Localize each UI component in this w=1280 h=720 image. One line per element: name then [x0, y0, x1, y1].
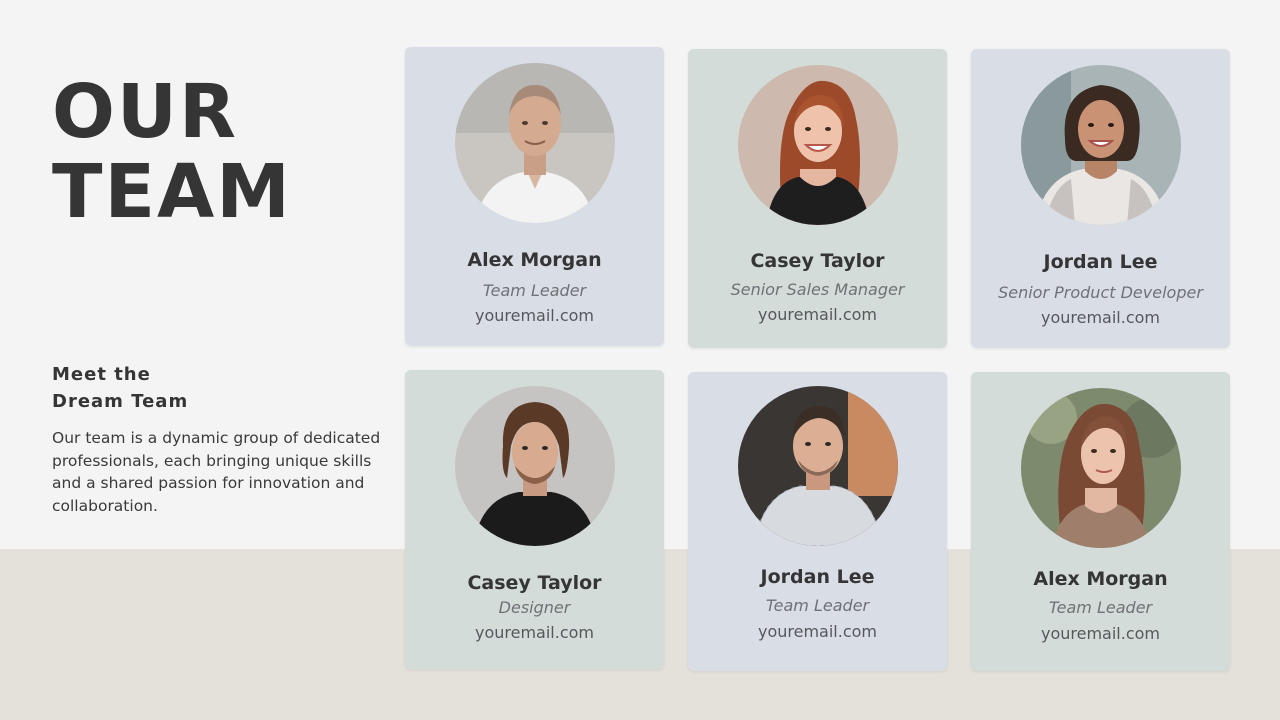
- member-email[interactable]: youremail.com: [688, 303, 947, 327]
- member-role: Designer: [498, 598, 571, 617]
- team-member-card: Casey Taylor Designer youremail.com: [405, 370, 664, 669]
- member-name: Alex Morgan: [1033, 568, 1168, 590]
- member-name: Casey Taylor: [467, 572, 602, 594]
- member-name: Jordan Lee: [1043, 251, 1158, 273]
- member-name: Jordan Lee: [760, 566, 875, 588]
- team-member-card: Jordan Lee Senior Product Developer your…: [971, 49, 1230, 348]
- team-member-card: Alex Morgan Team Leader youremail.com: [405, 47, 664, 346]
- team-member-card: Casey Taylor Senior Sales Manager yourem…: [688, 49, 947, 348]
- page-title: OUR TEAM: [52, 72, 292, 232]
- team-description: Our team is a dynamic group of dedicated…: [52, 429, 381, 515]
- team-member-card: Jordan Lee Team Leader youremail.com: [688, 372, 947, 671]
- member-photo-4: [455, 386, 615, 546]
- member-photo-6: [1021, 388, 1181, 548]
- page-title-line-1: OUR: [52, 69, 238, 155]
- member-photo-1: [455, 63, 615, 223]
- member-role: Team Leader: [482, 281, 587, 300]
- member-photo-5: [738, 386, 898, 546]
- member-role: Senior Product Developer: [998, 283, 1203, 302]
- subtitle-line-1: Meet the: [52, 364, 151, 385]
- member-email[interactable]: youremail.com: [405, 621, 664, 645]
- section-subtitle: Meet the Dream Team: [52, 361, 188, 415]
- member-name: Casey Taylor: [750, 250, 885, 272]
- member-role: Team Leader: [765, 596, 870, 615]
- member-email[interactable]: youremail.com: [971, 622, 1230, 646]
- subtitle-line-2: Dream Team: [52, 391, 189, 412]
- member-email[interactable]: youremail.com: [688, 620, 947, 644]
- team-member-card: Alex Morgan Team Leader youremail.com: [971, 372, 1230, 671]
- member-photo-3: [1021, 65, 1181, 225]
- member-photo-2: [738, 65, 898, 225]
- member-name: Alex Morgan: [467, 249, 602, 271]
- member-email[interactable]: youremail.com: [971, 306, 1230, 330]
- page-title-line-2: TEAM: [52, 149, 292, 235]
- member-email[interactable]: youremail.com: [405, 304, 664, 328]
- member-role: Team Leader: [1048, 598, 1153, 617]
- member-role: Senior Sales Manager: [730, 280, 905, 299]
